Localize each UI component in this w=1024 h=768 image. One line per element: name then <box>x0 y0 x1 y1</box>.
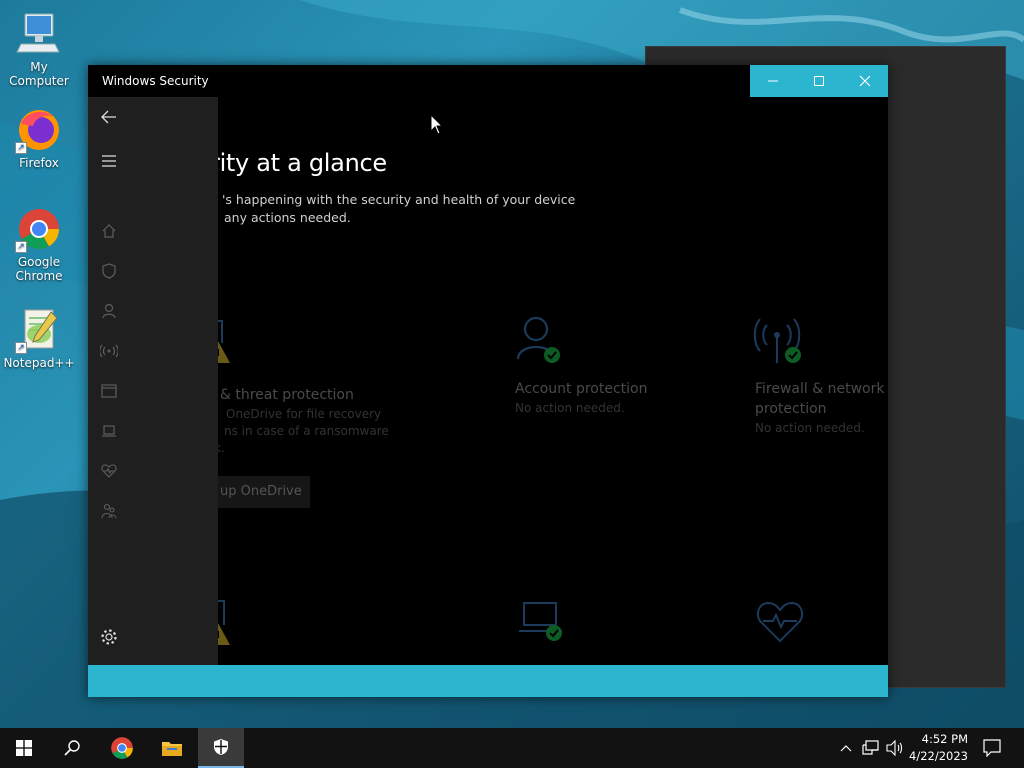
windows-logo-icon <box>16 740 32 756</box>
close-icon <box>859 75 871 87</box>
device-security-icon <box>519 602 562 641</box>
title-bar[interactable]: Windows Security <box>88 65 888 97</box>
close-button[interactable] <box>842 65 888 97</box>
main-content: rity at a glance 's happening with the s… <box>218 97 888 665</box>
notepadpp-icon: ↗ <box>15 306 63 354</box>
desktop-icon-label: Firefox <box>19 156 59 170</box>
sidebar-item-settings[interactable] <box>88 619 130 655</box>
start-button[interactable] <box>0 728 48 768</box>
mouse-cursor-icon <box>430 114 444 135</box>
desktop-icon-label: Notepad++ <box>3 356 75 370</box>
firefox-icon: ↗ <box>15 106 63 154</box>
tile-virus-threat-protection[interactable]: & threat protection OneDrive for file re… <box>218 97 418 537</box>
sidebar <box>88 97 218 665</box>
tile-description-line1: OneDrive for file recovery <box>226 407 382 421</box>
device-health-heart-icon <box>756 601 804 643</box>
windows-security-window[interactable]: Windows Security rity at a glance 's hap… <box>88 65 888 697</box>
tile-description-line2: ns in case of a ransomware <box>224 424 389 438</box>
desktop-icon-my-computer[interactable]: My Computer <box>0 10 78 88</box>
warning-shield-icon <box>218 320 230 363</box>
back-arrow-icon <box>101 110 116 124</box>
family-icon <box>101 503 117 519</box>
desktop-icon-label: Google Chrome <box>15 255 63 283</box>
sidebar-item-device-health[interactable] <box>88 453 130 489</box>
maximize-button[interactable] <box>796 65 842 97</box>
search-button[interactable] <box>48 728 96 768</box>
notification-icon <box>983 739 1001 757</box>
wireless-icon <box>100 344 118 358</box>
tile-description-line3: k. <box>218 441 225 455</box>
sidebar-item-account-protection[interactable] <box>88 293 130 329</box>
sidebar-item-home[interactable] <box>88 213 130 249</box>
taskbar-clock[interactable]: 4:52 PM 4/22/2023 <box>904 731 968 765</box>
minimize-icon <box>768 80 778 82</box>
clock-date: 4/22/2023 <box>909 749 968 763</box>
hamburger-menu-icon <box>102 155 116 167</box>
hamburger-menu-button[interactable] <box>88 143 130 179</box>
computer-icon <box>15 10 63 58</box>
volume-button[interactable] <box>884 728 906 768</box>
tile-title-line2: protection <box>755 401 827 417</box>
tile-status: No action needed. <box>755 421 865 435</box>
laptop-icon <box>102 425 116 437</box>
folder-icon <box>162 742 182 756</box>
tile-title: & threat protection <box>220 387 354 403</box>
tile-title: Account protection <box>515 381 648 397</box>
tile-title-line1: Firewall & network <box>755 381 885 397</box>
network-button[interactable] <box>860 728 882 768</box>
window-title: Windows Security <box>102 74 209 88</box>
chrome-icon <box>111 737 133 759</box>
maximize-icon <box>814 76 824 86</box>
sidebar-item-virus-protection[interactable] <box>88 253 130 289</box>
set-up-onedrive-button[interactable]: up OneDrive <box>218 476 310 508</box>
clock-time: 4:52 PM <box>921 732 968 746</box>
sidebar-item-firewall[interactable] <box>88 333 130 369</box>
taskbar: 4:52 PM 4/22/2023 <box>0 728 1024 768</box>
taskbar-windows-security[interactable] <box>198 728 244 768</box>
taskbar-file-explorer[interactable] <box>148 728 196 768</box>
app-browser-icon <box>101 384 117 398</box>
gear-icon <box>101 629 117 645</box>
tile-firewall-network-protection[interactable]: Firewall & network protection No action … <box>755 377 888 447</box>
search-icon <box>64 740 80 756</box>
app-browser-warning-icon <box>218 600 230 645</box>
action-center-button[interactable] <box>976 728 1008 768</box>
desktop-icon-firefox[interactable]: ↗ Firefox <box>0 106 78 170</box>
show-hidden-icons-button[interactable] <box>836 728 856 768</box>
shield-icon <box>102 263 116 279</box>
shortcut-arrow-icon: ↗ <box>15 142 27 154</box>
desktop-icon-label: My Computer <box>9 60 69 88</box>
tile-description: OneDrive for file recovery ns in case of… <box>218 406 389 457</box>
back-button[interactable] <box>88 99 130 135</box>
desktop-icon-chrome[interactable]: ↗ Google Chrome <box>0 205 78 283</box>
speaker-icon <box>886 740 903 756</box>
tile-status: No action needed. <box>515 401 625 415</box>
chevron-up-icon <box>840 745 852 752</box>
sidebar-item-app-browser[interactable] <box>88 373 130 409</box>
sidebar-item-family-options[interactable] <box>88 493 130 529</box>
taskbar-chrome[interactable] <box>98 728 146 768</box>
account-protection-icon <box>516 316 560 363</box>
desktop-icon-notepadpp[interactable]: ↗ Notepad++ <box>0 306 78 370</box>
network-icon <box>862 740 879 755</box>
home-icon <box>102 224 116 238</box>
heart-icon <box>101 464 117 478</box>
shortcut-arrow-icon: ↗ <box>15 241 27 253</box>
sidebar-item-device-security[interactable] <box>88 413 130 449</box>
window-controls <box>750 65 888 97</box>
shield-icon <box>214 739 228 755</box>
tile-account-protection[interactable]: Account protection No action needed. <box>515 377 715 437</box>
minimize-button[interactable] <box>750 65 796 97</box>
person-icon <box>102 303 116 319</box>
shortcut-arrow-icon: ↗ <box>15 342 27 354</box>
firewall-wireless-icon <box>753 318 801 363</box>
chrome-icon: ↗ <box>15 205 63 253</box>
window-bottom-strip <box>88 665 888 697</box>
